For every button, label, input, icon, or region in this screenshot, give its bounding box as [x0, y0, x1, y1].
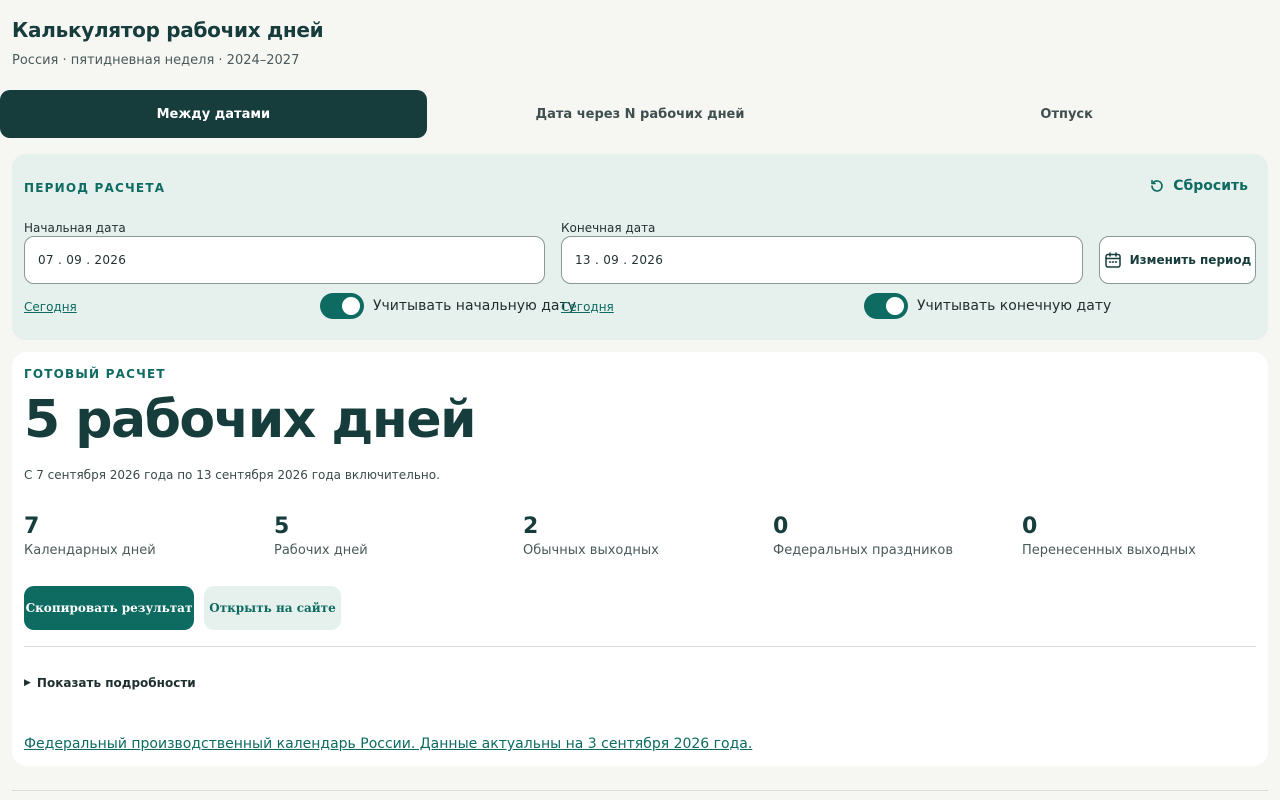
- reset-label: Сбросить: [1173, 178, 1248, 194]
- include-start-toggle[interactable]: [320, 293, 364, 319]
- include-end-toggle-row: Учитывать конечную дату: [864, 293, 1111, 319]
- stat-value: 5: [274, 514, 290, 539]
- result-description: С 7 сентября 2026 года по 13 сентября 20…: [24, 468, 440, 482]
- stat-label: Перенесенных выходных: [1022, 543, 1196, 558]
- tab-between-dates[interactable]: Между датами: [0, 90, 427, 138]
- show-details-toggle[interactable]: ▶ Показать подробности: [24, 676, 196, 690]
- stat-label: Федеральных праздников: [773, 543, 953, 558]
- end-today-link[interactable]: Сегодня: [561, 300, 614, 314]
- stats-row: 7 Календарных дней 5 Рабочих дней 2 Обыч…: [24, 514, 1268, 564]
- tab-date-after-n-days[interactable]: Дата через N рабочих дней: [427, 90, 854, 138]
- stat-transferred-weekends: 0 Перенесенных выходных: [1022, 514, 1196, 558]
- stat-holidays: 0 Федеральных праздников: [773, 514, 953, 558]
- result-headline: 5 рабочих дней: [24, 390, 477, 450]
- page-title: Калькулятор рабочих дней: [12, 18, 324, 42]
- stat-label: Календарных дней: [24, 543, 156, 558]
- tab-vacation[interactable]: Отпуск: [853, 90, 1280, 138]
- triangle-right-icon: ▶: [24, 678, 31, 688]
- end-date-label: Конечная дата: [561, 221, 656, 235]
- source-calendar-link[interactable]: Федеральный производственный календарь Р…: [24, 736, 752, 752]
- change-period-label: Изменить период: [1129, 253, 1252, 267]
- divider: [24, 646, 1256, 647]
- reset-button[interactable]: Сбросить: [1149, 178, 1248, 194]
- result-panel: ГОТОВЫЙ РАСЧЕТ 5 рабочих дней С 7 сентяб…: [12, 352, 1268, 766]
- reset-icon: [1151, 179, 1163, 192]
- stat-working-days: 5 Рабочих дней: [274, 514, 368, 558]
- bottom-divider: [12, 790, 1268, 791]
- stat-calendar-days: 7 Календарных дней: [24, 514, 156, 558]
- start-date-input[interactable]: [24, 236, 545, 284]
- copy-result-button[interactable]: Скопировать результат: [24, 586, 194, 630]
- include-end-toggle[interactable]: [864, 293, 908, 319]
- stat-label: Рабочих дней: [274, 543, 368, 558]
- stat-value: 0: [1022, 514, 1038, 539]
- show-details-label: Показать подробности: [36, 676, 196, 690]
- include-start-toggle-row: Учитывать начальную дату: [320, 293, 576, 319]
- stat-value: 7: [24, 514, 40, 539]
- calendar-icon: [1104, 252, 1121, 268]
- stat-label: Обычных выходных: [523, 543, 659, 558]
- start-today-link[interactable]: Сегодня: [24, 300, 77, 314]
- open-on-site-button[interactable]: Открыть на сайте: [204, 586, 341, 630]
- start-date-label: Начальная дата: [24, 221, 126, 235]
- stat-weekends: 2 Обычных выходных: [523, 514, 659, 558]
- mode-tabs: Между датами Дата через N рабочих дней О…: [0, 90, 1280, 138]
- result-section-label: ГОТОВЫЙ РАСЧЕТ: [24, 367, 166, 381]
- include-start-label: Учитывать начальную дату: [373, 298, 576, 314]
- stat-value: 2: [523, 514, 539, 539]
- include-end-label: Учитывать конечную дату: [917, 298, 1112, 314]
- end-date-input[interactable]: [561, 236, 1083, 284]
- change-period-button[interactable]: Изменить период: [1099, 236, 1256, 284]
- toggle-knob: [886, 297, 904, 315]
- page-subtitle: Россия · пятидневная неделя · 2024–2027: [12, 53, 300, 68]
- period-panel: ПЕРИОД РАСЧЕТА Сбросить Начальная дата К…: [12, 154, 1268, 340]
- period-section-label: ПЕРИОД РАСЧЕТА: [24, 181, 166, 195]
- toggle-knob: [342, 297, 360, 315]
- stat-value: 0: [773, 514, 789, 539]
